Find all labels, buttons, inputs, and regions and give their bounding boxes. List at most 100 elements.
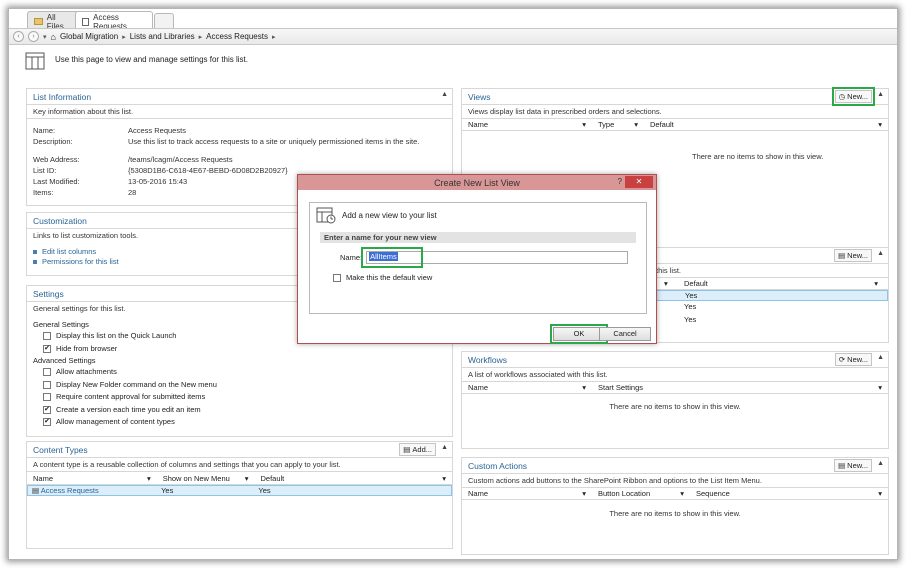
input-highlight bbox=[361, 247, 424, 268]
checkbox[interactable] bbox=[43, 332, 51, 341]
folder-icon bbox=[34, 18, 43, 25]
name-label: Name: bbox=[33, 126, 56, 135]
attachments-checkbox[interactable]: Allow attachments bbox=[33, 366, 446, 379]
close-icon[interactable]: ✕ bbox=[625, 176, 653, 188]
chevron-down-icon[interactable]: ▾ bbox=[147, 474, 151, 483]
tab-all-files[interactable]: All Files bbox=[27, 11, 81, 31]
new-custom-action-button[interactable]: ▤ New... bbox=[834, 459, 872, 472]
create-view-dialog: Create New List View ? ✕ Add a new view … bbox=[297, 174, 657, 344]
chevron-down-icon[interactable]: ▾ bbox=[874, 279, 878, 288]
items-value: 28 bbox=[128, 188, 137, 197]
panel-title: Content Types ▤ Add... ▲ bbox=[33, 443, 448, 456]
content-types-checkbox[interactable]: ✔ Allow management of content types bbox=[33, 416, 446, 429]
name-value[interactable]: Access Requests bbox=[128, 125, 186, 136]
panel-title: Views ◷ New... ▲ bbox=[468, 87, 884, 106]
new-view-button[interactable]: ◷ New... bbox=[831, 87, 876, 106]
breadcrumb-lists-libraries[interactable]: Lists and Libraries bbox=[130, 32, 195, 41]
checkbox-checked[interactable]: ✔ bbox=[43, 344, 51, 353]
chevron-right-icon: ▸ bbox=[198, 33, 203, 41]
content-approval-checkbox[interactable]: Require content approval for submitted i… bbox=[33, 391, 446, 404]
new-workflow-button[interactable]: ⟳ New... bbox=[834, 353, 872, 366]
col-button-location[interactable]: Button Location bbox=[598, 489, 650, 498]
table-header: Name ▾ Show on New Menu ▾ Default ▾ bbox=[27, 472, 452, 485]
checkbox-checked[interactable]: ✔ bbox=[43, 405, 51, 414]
collapse-icon[interactable]: ▲ bbox=[877, 354, 884, 361]
tab-bar: All Files Access Requests bbox=[9, 9, 897, 31]
view-name-input[interactable]: AllItems bbox=[361, 247, 629, 268]
panel-description: Custom actions add buttons to the ShareP… bbox=[462, 473, 888, 487]
panel-title: Workflows ⟳ New... ▲ bbox=[468, 353, 884, 366]
col-name[interactable]: Name bbox=[468, 489, 488, 498]
chevron-down-icon[interactable]: ▾ bbox=[245, 474, 249, 483]
tab-access-requests[interactable]: Access Requests bbox=[75, 11, 153, 31]
panel-description: A list of workflows associated with this… bbox=[462, 367, 888, 381]
dropdown-icon[interactable]: ▾ bbox=[43, 33, 47, 41]
last-modified-label: Last Modified: bbox=[33, 177, 80, 186]
back-icon[interactable]: ‹ bbox=[13, 31, 24, 42]
chevron-down-icon[interactable]: ▾ bbox=[634, 120, 638, 129]
chevron-down-icon[interactable]: ▾ bbox=[442, 474, 446, 483]
forward-icon[interactable]: › bbox=[28, 31, 39, 42]
chevron-down-icon[interactable]: ▾ bbox=[878, 120, 882, 129]
checkbox[interactable] bbox=[43, 393, 51, 402]
chevron-down-icon[interactable]: ▾ bbox=[878, 383, 882, 392]
collapse-icon[interactable]: ▲ bbox=[877, 460, 884, 467]
content-type-icon: ▤ bbox=[32, 486, 41, 495]
cancel-button[interactable]: Cancel bbox=[599, 327, 651, 341]
col-sequence[interactable]: Sequence bbox=[696, 489, 730, 498]
collapse-icon[interactable]: ▲ bbox=[877, 250, 884, 257]
add-content-type-button[interactable]: ▤ Add... bbox=[399, 443, 436, 456]
list-id-label: List ID: bbox=[33, 166, 57, 175]
checkbox[interactable] bbox=[43, 368, 51, 377]
default-view-checkbox[interactable]: Make this the default view bbox=[310, 273, 646, 282]
col-default[interactable]: Default bbox=[650, 120, 674, 129]
web-address-value: /teams/lcagm/Access Requests bbox=[128, 155, 233, 164]
dialog-heading: Add a new view to your list bbox=[310, 203, 646, 228]
chevron-down-icon[interactable]: ▾ bbox=[680, 489, 684, 498]
table-header: Name ▾ Start Settings ▾ bbox=[462, 381, 888, 394]
new-view-icon: ◷ bbox=[838, 92, 846, 101]
collapse-icon[interactable]: ▲ bbox=[441, 444, 448, 451]
col-default[interactable]: Default bbox=[684, 279, 708, 288]
collapse-icon[interactable]: ▲ bbox=[441, 91, 448, 98]
panel-description: Key information about this list. bbox=[27, 104, 452, 119]
list-view-icon bbox=[316, 207, 336, 224]
list-id-value: {5308D1B6-C618-4E67-BEBD-6D08D2B20927} bbox=[128, 166, 288, 175]
chevron-down-icon[interactable]: ▾ bbox=[582, 383, 586, 392]
help-icon[interactable]: ? bbox=[618, 177, 622, 186]
col-name[interactable]: Name bbox=[33, 474, 53, 483]
empty-message: There are no items to show in this view. bbox=[609, 402, 741, 411]
chevron-down-icon[interactable]: ▾ bbox=[582, 489, 586, 498]
hide-browser-checkbox[interactable]: ✔ Hide from browser bbox=[33, 343, 446, 356]
table-row[interactable]: ▤ Access Requests Yes Yes bbox=[27, 485, 452, 496]
versioning-checkbox[interactable]: ✔ Create a version each time you edit an … bbox=[33, 404, 446, 417]
col-show[interactable]: Show on New Menu bbox=[163, 474, 230, 483]
home-icon: ⌂ bbox=[50, 31, 56, 42]
collapse-icon[interactable]: ▲ bbox=[877, 91, 884, 98]
description-value[interactable]: Use this list to track access requests t… bbox=[128, 136, 419, 147]
col-default[interactable]: Default bbox=[260, 474, 284, 483]
col-start-settings[interactable]: Start Settings bbox=[598, 383, 643, 392]
col-type[interactable]: Type bbox=[598, 120, 614, 129]
chevron-down-icon[interactable]: ▾ bbox=[582, 120, 586, 129]
new-column-button[interactable]: ▤ New... bbox=[834, 249, 872, 262]
last-modified-value: 13-05-2016 15:43 bbox=[128, 177, 188, 186]
new-tab-button[interactable] bbox=[154, 13, 174, 28]
chevron-down-icon[interactable]: ▾ bbox=[878, 489, 882, 498]
new-folder-checkbox[interactable]: Display New Folder command on the New me… bbox=[33, 379, 446, 392]
section-header: Enter a name for your new view bbox=[320, 232, 636, 243]
new-icon: ▤ bbox=[838, 251, 846, 260]
table-header: Name ▾ Type ▾ Default ▾ bbox=[462, 118, 888, 131]
col-name[interactable]: Name bbox=[468, 383, 488, 392]
checkbox[interactable] bbox=[333, 273, 341, 282]
col-name[interactable]: Name bbox=[468, 120, 488, 129]
checkbox[interactable] bbox=[43, 380, 51, 389]
ok-button[interactable]: OK bbox=[550, 324, 608, 344]
advanced-settings-heading: Advanced Settings bbox=[33, 356, 96, 365]
checkbox-checked[interactable]: ✔ bbox=[43, 418, 51, 427]
breadcrumb-access-requests[interactable]: Access Requests bbox=[206, 32, 268, 41]
bullet-icon bbox=[33, 250, 37, 254]
breadcrumb-global-migration[interactable]: Global Migration bbox=[60, 32, 118, 41]
chevron-down-icon[interactable]: ▾ bbox=[664, 279, 668, 288]
add-icon: ▤ bbox=[403, 445, 411, 454]
